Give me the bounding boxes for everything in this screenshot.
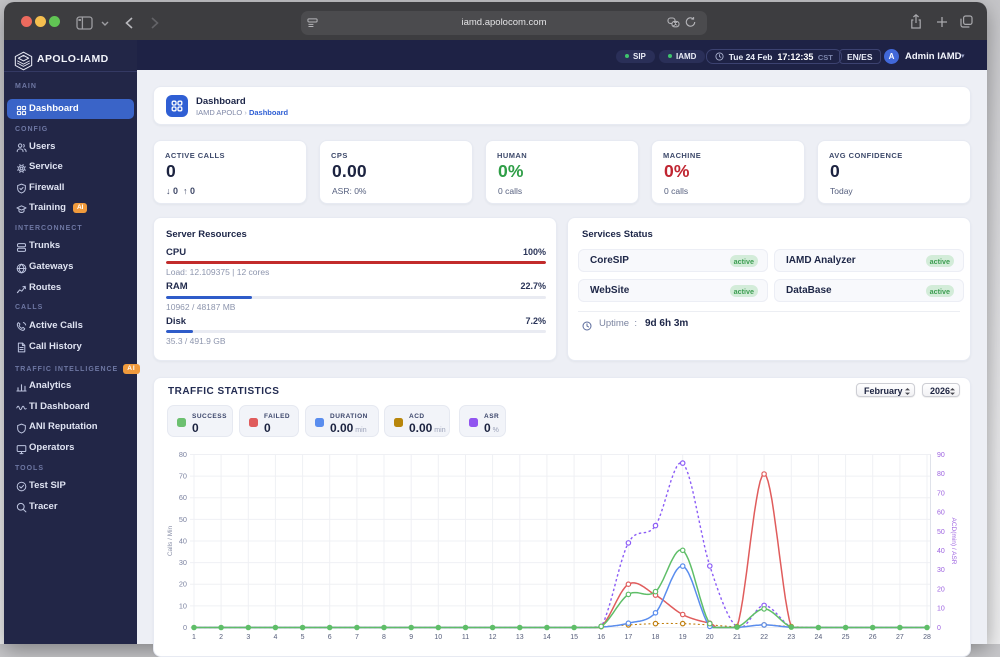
- svg-text:20: 20: [706, 634, 714, 641]
- svg-text:90: 90: [937, 452, 945, 459]
- svg-text:10: 10: [179, 601, 187, 610]
- svg-text:60: 60: [937, 510, 945, 517]
- svg-text:21: 21: [733, 634, 741, 641]
- svg-text:50: 50: [179, 515, 187, 524]
- svg-text:20: 20: [179, 580, 187, 589]
- svg-text:12: 12: [489, 634, 497, 641]
- svg-text:6: 6: [328, 634, 332, 641]
- svg-text:20: 20: [937, 587, 945, 594]
- svg-text:17: 17: [625, 634, 633, 641]
- svg-text:60: 60: [179, 493, 187, 502]
- svg-text:50: 50: [937, 529, 945, 536]
- svg-text:70: 70: [937, 490, 945, 497]
- svg-text:0: 0: [183, 623, 187, 632]
- svg-text:25: 25: [842, 634, 850, 641]
- svg-text:30: 30: [179, 558, 187, 567]
- svg-text:18: 18: [652, 634, 660, 641]
- svg-text:10: 10: [434, 634, 442, 641]
- svg-text:26: 26: [869, 634, 877, 641]
- svg-text:Calls / Min: Calls / Min: [167, 525, 174, 556]
- svg-text:10: 10: [937, 606, 945, 613]
- svg-text:11: 11: [462, 634, 469, 641]
- svg-text:16: 16: [597, 634, 605, 641]
- svg-text:70: 70: [179, 472, 187, 481]
- svg-text:80: 80: [179, 450, 187, 459]
- svg-text:1: 1: [192, 634, 196, 641]
- svg-text:3: 3: [246, 634, 250, 641]
- svg-text:80: 80: [937, 471, 945, 478]
- svg-text:2: 2: [219, 634, 223, 641]
- svg-text:7: 7: [355, 634, 359, 641]
- svg-text:5: 5: [301, 634, 305, 641]
- svg-text:19: 19: [679, 634, 687, 641]
- svg-text:4: 4: [273, 634, 277, 641]
- svg-text:27: 27: [896, 634, 904, 641]
- svg-text:ACD(min) / ASR: ACD(min) / ASR: [950, 518, 957, 565]
- svg-text:23: 23: [787, 634, 795, 641]
- svg-text:15: 15: [570, 634, 578, 641]
- svg-text:30: 30: [937, 567, 945, 574]
- svg-text:13: 13: [516, 634, 524, 641]
- svg-text:14: 14: [543, 634, 551, 641]
- svg-text:22: 22: [760, 634, 768, 641]
- svg-text:0: 0: [937, 625, 941, 632]
- svg-text:28: 28: [923, 634, 931, 641]
- svg-text:8: 8: [382, 634, 386, 641]
- svg-text:24: 24: [815, 634, 823, 641]
- svg-text:40: 40: [179, 536, 187, 545]
- svg-text:9: 9: [409, 634, 413, 641]
- svg-text:40: 40: [937, 548, 945, 555]
